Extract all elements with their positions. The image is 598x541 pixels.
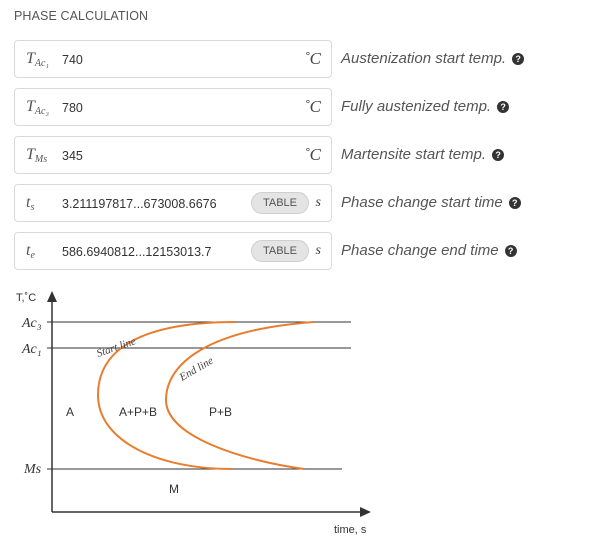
- end-time-value[interactable]: 586.6940812...12153013.7: [62, 245, 211, 259]
- y-axis-arrow-icon: [47, 291, 57, 302]
- start-line-label: Start line: [95, 335, 137, 360]
- ac1-temp-field[interactable]: TAc₁ 740 ˚C: [14, 40, 332, 78]
- unit-seconds: s: [315, 195, 321, 210]
- ac1-label: Ac₁: [21, 342, 42, 357]
- region-a-label: A: [66, 405, 74, 419]
- ts-symbol: ts: [26, 194, 35, 213]
- ac3-label: Ac₃: [21, 316, 42, 331]
- section-title: PHASE CALCULATION: [14, 9, 149, 23]
- help-icon[interactable]: ?: [512, 53, 525, 65]
- ac3-temp-field[interactable]: TAc₃ 780 ˚C: [14, 88, 332, 126]
- ttt-diagram: T,˚C time, s Ac₃ Ac₁ Ms Start line End l…: [16, 291, 371, 536]
- help-icon[interactable]: ?: [492, 149, 505, 161]
- y-axis-label: T,˚C: [16, 292, 36, 304]
- ac3-description: Fully austenized temp.?: [341, 98, 510, 115]
- ms-symbol: TMs: [26, 146, 48, 165]
- end-time-field[interactable]: te 586.6940812...12153013.7 TABLE s: [14, 232, 332, 270]
- x-axis-label: time, s: [334, 524, 367, 536]
- ms-description: Martensite start temp.?: [341, 146, 505, 163]
- help-icon[interactable]: ?: [504, 245, 517, 257]
- region-apb-label: A+P+B: [119, 405, 157, 419]
- ac3-symbol: TAc₃: [26, 98, 49, 117]
- start-time-field[interactable]: ts 3.211197817...673008.6676 TABLE s: [14, 184, 332, 222]
- ac1-description: Austenization start temp.?: [341, 50, 525, 67]
- ms-value[interactable]: 345: [62, 149, 83, 163]
- end-line-label: End line: [177, 355, 216, 384]
- end-line-curve: [164, 321, 315, 470]
- ac1-symbol: TAc₁: [26, 50, 49, 69]
- ac3-value[interactable]: 780: [62, 101, 83, 115]
- start-time-description: Phase change start time?: [341, 194, 521, 211]
- table-button[interactable]: TABLE: [251, 192, 309, 214]
- help-icon[interactable]: ?: [508, 197, 521, 209]
- region-pb-label: P+B: [209, 405, 232, 419]
- start-time-value[interactable]: 3.211197817...673008.6676: [62, 197, 217, 211]
- ac1-value[interactable]: 740: [62, 53, 83, 67]
- unit-celsius: ˚C: [304, 145, 321, 164]
- end-time-description: Phase change end time?: [341, 242, 517, 259]
- unit-seconds: s: [315, 243, 321, 258]
- unit-celsius: ˚C: [304, 97, 321, 116]
- unit-celsius: ˚C: [304, 49, 321, 68]
- region-m-label: M: [169, 482, 179, 496]
- ms-label: Ms: [23, 462, 42, 477]
- ms-temp-field[interactable]: TMs 345 ˚C: [14, 136, 332, 174]
- te-symbol: te: [26, 242, 35, 261]
- x-axis-arrow-icon: [360, 507, 371, 517]
- table-button[interactable]: TABLE: [251, 240, 309, 262]
- help-icon[interactable]: ?: [497, 101, 510, 113]
